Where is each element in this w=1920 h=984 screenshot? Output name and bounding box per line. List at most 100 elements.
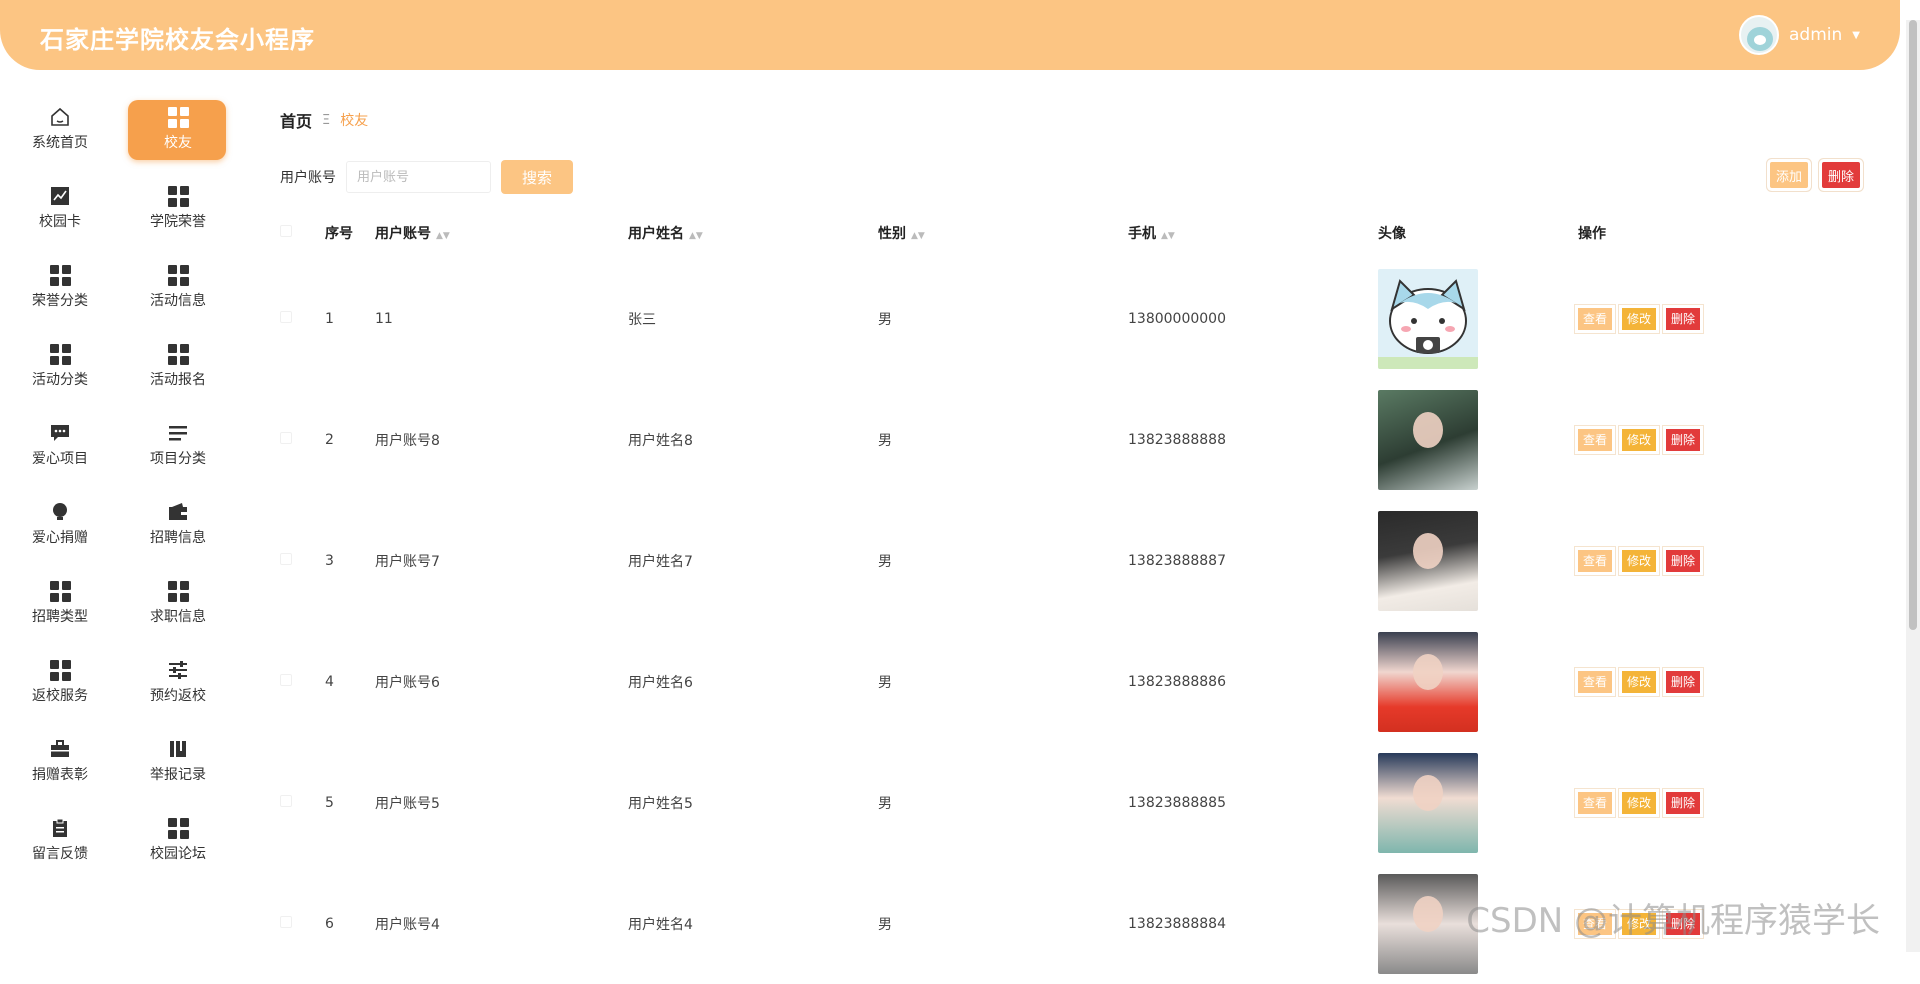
row-checkbox[interactable] bbox=[280, 674, 292, 686]
row-actions: 查看修改删除 bbox=[1578, 792, 1880, 814]
view-button[interactable]: 查看 bbox=[1578, 550, 1612, 572]
avatar bbox=[1378, 874, 1478, 974]
view-button[interactable]: 查看 bbox=[1578, 429, 1612, 451]
breadcrumb-home[interactable]: 首页 bbox=[280, 108, 312, 132]
sidebar-item-16[interactable]: 捐赠表彰 bbox=[0, 722, 120, 800]
sidebar-item-7[interactable]: 活动报名 bbox=[118, 327, 238, 405]
edit-button[interactable]: 修改 bbox=[1622, 429, 1656, 451]
edit-button[interactable]: 修改 bbox=[1622, 550, 1656, 572]
sidebar-item-6[interactable]: 活动分类 bbox=[0, 327, 120, 405]
username[interactable]: admin bbox=[1789, 25, 1842, 45]
sort-icon[interactable]: ▲▼ bbox=[1161, 231, 1175, 241]
edit-button[interactable]: 修改 bbox=[1622, 308, 1656, 330]
row-checkbox[interactable] bbox=[280, 795, 292, 807]
sidebar-item-5[interactable]: 活动信息 bbox=[118, 248, 238, 326]
col-name[interactable]: 用户姓名▲▼ bbox=[628, 208, 878, 258]
sidebar-item-3[interactable]: 学院荣誉 bbox=[118, 169, 238, 247]
sidebar-item-17[interactable]: 举报记录 bbox=[118, 722, 238, 800]
cell-index: 6 bbox=[325, 863, 375, 984]
cell-index: 1 bbox=[325, 258, 375, 379]
sidebar-item-label: 留言反馈 bbox=[32, 843, 88, 863]
sidebar-item-9[interactable]: 项目分类 bbox=[118, 406, 238, 484]
cell-phone: 13823888887 bbox=[1128, 500, 1378, 621]
view-button[interactable]: 查看 bbox=[1578, 308, 1612, 330]
search-button[interactable]: 搜索 bbox=[501, 160, 573, 194]
sidebar-item-12[interactable]: 招聘类型 bbox=[0, 564, 120, 642]
cell-index: 5 bbox=[325, 742, 375, 863]
delete-row-button[interactable]: 删除 bbox=[1666, 550, 1700, 572]
cell-index: 2 bbox=[325, 379, 375, 500]
sort-icon[interactable]: ▲▼ bbox=[911, 231, 925, 241]
breadcrumb-separator: Ξ bbox=[322, 113, 330, 128]
delete-row-button[interactable]: 删除 bbox=[1666, 792, 1700, 814]
cell-phone: 13823888886 bbox=[1128, 621, 1378, 742]
sidebar-item-label: 爱心捐赠 bbox=[32, 527, 88, 547]
sidebar-item-0[interactable]: 系统首页 bbox=[0, 90, 120, 168]
sidebar-item-1[interactable]: 校友 bbox=[118, 90, 238, 168]
row-checkbox[interactable] bbox=[280, 553, 292, 565]
row-checkbox[interactable] bbox=[280, 311, 292, 323]
sidebar-item-label: 活动报名 bbox=[150, 369, 206, 389]
row-checkbox[interactable] bbox=[280, 916, 292, 928]
chevron-down-icon[interactable]: ▼ bbox=[1852, 30, 1860, 41]
delete-row-button[interactable]: 删除 bbox=[1666, 671, 1700, 693]
edit-button[interactable]: 修改 bbox=[1622, 671, 1656, 693]
table-row: 111张三男13800000000查看修改删除 bbox=[280, 258, 1880, 379]
sidebar-item-8[interactable]: 爱心项目 bbox=[0, 406, 120, 484]
grid-icon bbox=[49, 580, 71, 602]
col-account[interactable]: 用户账号▲▼ bbox=[375, 208, 628, 258]
col-avatar: 头像 bbox=[1378, 208, 1578, 258]
select-all-checkbox[interactable] bbox=[280, 225, 292, 237]
sidebar-item-15[interactable]: 预约返校 bbox=[118, 643, 238, 721]
cell-gender: 男 bbox=[878, 258, 1128, 379]
briefcase-icon bbox=[49, 738, 71, 760]
col-ops: 操作 bbox=[1578, 208, 1880, 258]
app-title: 石家庄学院校友会小程序 bbox=[40, 20, 315, 55]
sort-icon[interactable]: ▲▼ bbox=[689, 231, 703, 241]
sidebar-item-18[interactable]: 留言反馈 bbox=[0, 801, 120, 879]
view-button[interactable]: 查看 bbox=[1578, 792, 1612, 814]
scrollbar-thumb[interactable] bbox=[1909, 20, 1917, 630]
table-row: 5用户账号5用户姓名5男13823888885查看修改删除 bbox=[280, 742, 1880, 863]
delete-row-button[interactable]: 删除 bbox=[1666, 429, 1700, 451]
cell-account: 用户账号8 bbox=[375, 379, 628, 500]
delete-button[interactable]: 删除 bbox=[1822, 162, 1860, 188]
sidebar-item-10[interactable]: 爱心捐赠 bbox=[0, 485, 120, 563]
cell-index: 4 bbox=[325, 621, 375, 742]
row-checkbox[interactable] bbox=[280, 432, 292, 444]
sidebar-item-19[interactable]: 校园论坛 bbox=[118, 801, 238, 879]
cell-name: 用户姓名7 bbox=[628, 500, 878, 621]
cell-gender: 男 bbox=[878, 379, 1128, 500]
avatar bbox=[1378, 753, 1478, 853]
sidebar-item-11[interactable]: 招聘信息 bbox=[118, 485, 238, 563]
cell-phone: 13823888888 bbox=[1128, 379, 1378, 500]
view-button[interactable]: 查看 bbox=[1578, 671, 1612, 693]
user-menu[interactable]: admin ▼ bbox=[1739, 15, 1860, 55]
sidebar-item-14[interactable]: 返校服务 bbox=[0, 643, 120, 721]
delete-row-button[interactable]: 删除 bbox=[1666, 308, 1700, 330]
edit-button[interactable]: 修改 bbox=[1622, 792, 1656, 814]
avatar[interactable] bbox=[1739, 15, 1779, 55]
avatar bbox=[1378, 269, 1478, 369]
chat-icon bbox=[49, 422, 71, 444]
sort-icon[interactable]: ▲▼ bbox=[436, 231, 450, 241]
avatar bbox=[1378, 632, 1478, 732]
cell-name: 张三 bbox=[628, 258, 878, 379]
add-button[interactable]: 添加 bbox=[1770, 162, 1808, 188]
sidebar-item-2[interactable]: 校园卡 bbox=[0, 169, 120, 247]
sidebar-item-4[interactable]: 荣誉分类 bbox=[0, 248, 120, 326]
sidebar-item-label: 学院荣誉 bbox=[150, 211, 206, 231]
sidebar-item-label: 爱心项目 bbox=[32, 448, 88, 468]
scrollbar[interactable] bbox=[1906, 20, 1920, 952]
grid-icon bbox=[167, 343, 189, 365]
col-phone[interactable]: 手机▲▼ bbox=[1128, 208, 1378, 258]
sidebar-item-13[interactable]: 求职信息 bbox=[118, 564, 238, 642]
sliders-icon bbox=[167, 659, 189, 681]
col-gender[interactable]: 性别▲▼ bbox=[878, 208, 1128, 258]
watermark: CSDN @计算机程序猿学长 bbox=[1466, 893, 1880, 942]
search-input[interactable] bbox=[346, 161, 491, 193]
cell-phone: 13823888885 bbox=[1128, 742, 1378, 863]
row-actions: 查看修改删除 bbox=[1578, 550, 1880, 572]
grid-icon bbox=[167, 185, 189, 207]
cell-name: 用户姓名6 bbox=[628, 621, 878, 742]
